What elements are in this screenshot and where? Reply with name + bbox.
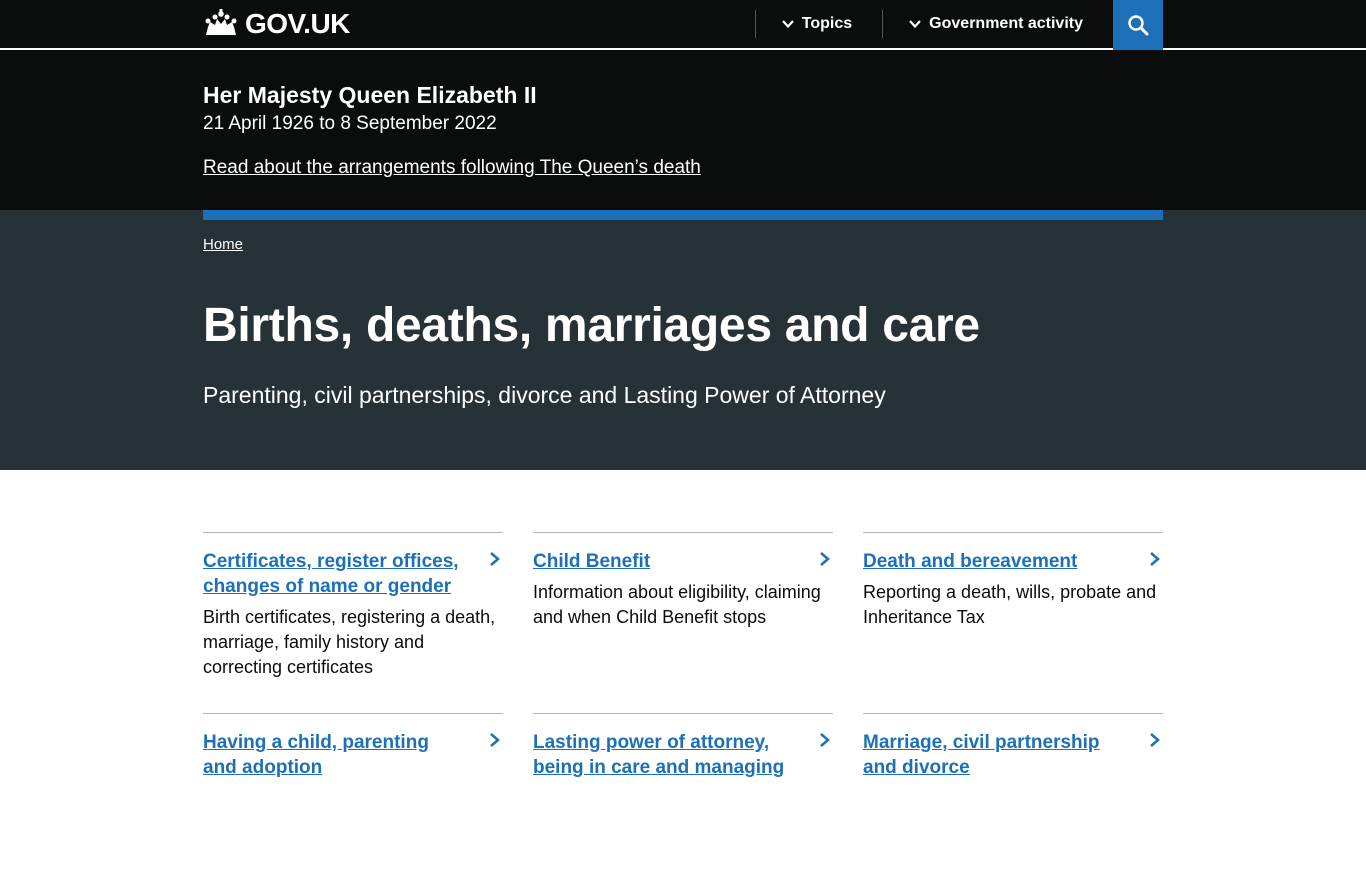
chevron-right-icon — [1150, 733, 1160, 747]
page-title: Births, deaths, marriages and care — [203, 299, 980, 352]
notice-dates: 21 April 1926 to 8 September 2022 — [203, 113, 497, 134]
nav-topics[interactable]: Topics — [754, 10, 882, 38]
notice-link[interactable]: Read about the arrangements following Th… — [203, 157, 701, 179]
nav-government-activity-label: Government activity — [929, 15, 1083, 32]
header-nav: Topics Government activity — [754, 0, 1163, 50]
search-icon — [1128, 15, 1149, 36]
topic-link[interactable]: Death and bereavement — [863, 549, 1163, 574]
chevron-right-icon — [490, 733, 500, 747]
topic-link[interactable]: Lasting power of attorney, being in care… — [533, 730, 833, 780]
notice-banner: Her Majesty Queen Elizabeth II 21 April … — [0, 50, 1366, 210]
topic-description: Birth certificates, registering a death,… — [203, 607, 496, 677]
topic-card: Marriage, civil partnership and divorce — [863, 713, 1163, 894]
topic-link[interactable]: Having a child, parenting and adoption — [203, 730, 503, 780]
breadcrumb-home[interactable]: Home — [203, 236, 243, 253]
chevron-right-icon — [820, 733, 830, 747]
notice-title: Her Majesty Queen Elizabeth II — [203, 82, 537, 108]
chevron-right-icon — [820, 552, 830, 566]
govuk-logo-link[interactable]: GOV.UK — [203, 8, 350, 40]
topic-card: Having a child, parenting and adoption — [203, 713, 503, 894]
page-hero: Home Births, deaths, marriages and care … — [0, 210, 1366, 470]
topic-link[interactable]: Child Benefit — [533, 549, 833, 574]
topic-card: Child Benefit Information about eligibil… — [533, 532, 833, 713]
chevron-right-icon — [490, 552, 500, 566]
nav-topics-label: Topics — [801, 15, 853, 32]
hero-accent-bar — [203, 210, 1163, 220]
nav-government-activity[interactable]: Government activity — [882, 10, 1113, 38]
topic-card: Death and bereavement Reporting a death,… — [863, 532, 1163, 713]
topic-card: Certificates, register offices, changes … — [203, 532, 503, 713]
topic-description: Information about eligibility, claiming … — [533, 582, 821, 627]
topic-card: Lasting power of attorney, being in care… — [533, 713, 833, 894]
topic-description: Reporting a death, wills, probate and In… — [863, 582, 1157, 627]
crown-icon — [205, 9, 237, 35]
topic-grid: Certificates, register offices, changes … — [203, 532, 1163, 894]
chevron-down-icon — [909, 20, 921, 29]
chevron-right-icon — [1150, 552, 1160, 566]
search-button[interactable] — [1113, 0, 1163, 50]
site-header: GOV.UK Topics Government activity — [0, 0, 1366, 50]
logo-text: GOV.UK — [245, 8, 350, 39]
chevron-down-icon — [781, 20, 794, 29]
page-subtitle: Parenting, civil partnerships, divorce a… — [203, 382, 886, 408]
topic-link[interactable]: Certificates, register offices, changes … — [203, 549, 503, 599]
topic-link[interactable]: Marriage, civil partnership and divorce — [863, 730, 1163, 780]
